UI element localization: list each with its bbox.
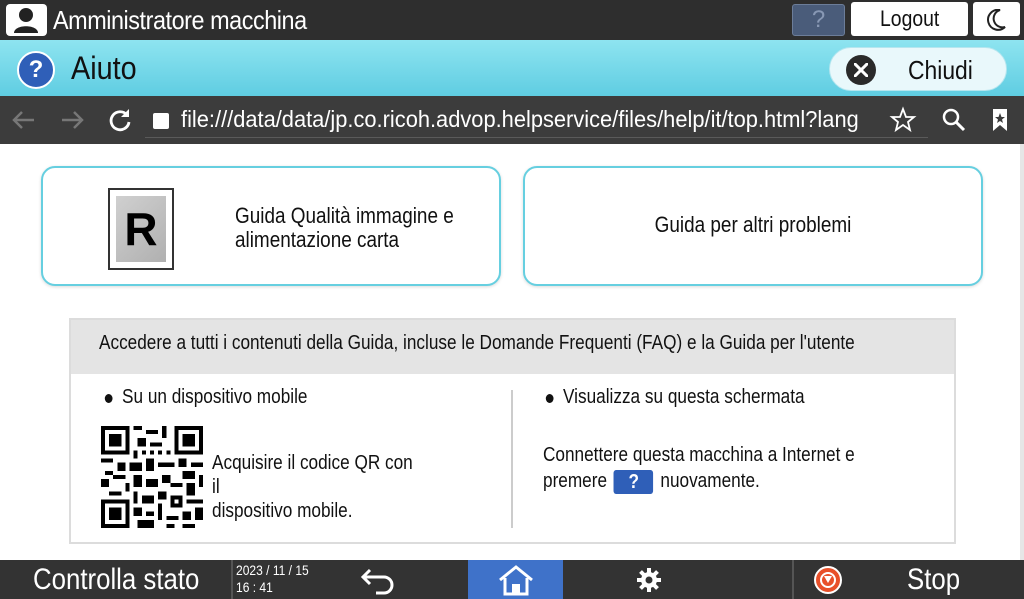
- forward-arrow-icon[interactable]: [58, 106, 86, 134]
- user-name: Amministratore macchina: [53, 5, 307, 35]
- browser-toolbar: file:///data/data/jp.co.ricoh.advop.help…: [0, 96, 1024, 144]
- other-problems-guide-card[interactable]: Guida per altri problemi: [523, 166, 983, 286]
- gear-icon[interactable]: [628, 566, 670, 594]
- time: 16 : 41: [236, 579, 273, 595]
- image-quality-guide-line1: Guida Qualità immagine e: [235, 203, 454, 228]
- date: 2023 / 11 / 15: [236, 562, 309, 578]
- title-bar: ? Aiuto Chiudi: [0, 40, 1024, 96]
- search-icon[interactable]: [940, 106, 968, 134]
- access-header-text: Accedere a tutti i contenuti della Guida…: [99, 332, 855, 354]
- back-arrow-icon[interactable]: [10, 106, 38, 134]
- qr-instruction-line1: Acquisire il codice QR con il: [212, 452, 413, 498]
- connect-again-text: nuovamente.: [660, 470, 760, 492]
- image-quality-guide-card[interactable]: R Guida Qualità immagine e alimentazione…: [41, 166, 501, 286]
- top-help-button[interactable]: ?: [792, 4, 845, 36]
- inline-help-button: ?: [613, 469, 654, 494]
- logout-button[interactable]: Logout: [851, 2, 968, 36]
- close-icon: [846, 55, 876, 85]
- moon-icon: [987, 9, 1006, 31]
- r-letter-icon: R: [108, 188, 174, 270]
- connect-press-text: premere: [543, 470, 608, 492]
- night-mode-button[interactable]: [973, 2, 1020, 36]
- user-icon[interactable]: [6, 4, 47, 36]
- back-icon[interactable]: [356, 564, 404, 596]
- page-title: Aiuto: [71, 50, 137, 86]
- qr-instruction-line2: dispositivo mobile.: [212, 500, 353, 522]
- qr-instruction: Acquisire il codice QR con il dispositiv…: [212, 451, 418, 523]
- logout-label: Logout: [879, 6, 940, 31]
- help-content: R Guida Qualità immagine e alimentazione…: [0, 144, 1024, 560]
- connect-instruction-line1: Connettere questa macchina a Internet e: [543, 444, 855, 466]
- r-letter: R: [116, 196, 166, 262]
- close-label: Chiudi: [908, 55, 973, 85]
- date-time: 2023 / 11 / 15 16 : 41: [236, 562, 309, 596]
- site-info-icon[interactable]: [153, 113, 169, 129]
- bookmark-icon[interactable]: [986, 106, 1014, 134]
- separator: [792, 560, 794, 599]
- reload-icon[interactable]: [106, 106, 134, 134]
- image-quality-guide-label: Guida Qualità immagine e alimentazione c…: [235, 204, 459, 252]
- this-screen-title: Visualizza su questa schermata: [545, 386, 805, 408]
- scrollbar[interactable]: [1020, 144, 1024, 560]
- system-bottom-bar: Controlla stato 2023 / 11 / 15 16 : 41 S…: [0, 560, 1024, 599]
- check-status-button[interactable]: Controlla stato: [33, 560, 199, 599]
- connect-instruction: Connettere questa macchina a Internet e …: [543, 442, 870, 494]
- column-divider: [511, 390, 513, 528]
- address-bar[interactable]: file:///data/data/jp.co.ricoh.advop.help…: [145, 100, 928, 138]
- stop-icon[interactable]: [814, 566, 842, 594]
- access-all-content-panel: Accedere a tutti i contenuti della Guida…: [69, 318, 956, 544]
- image-quality-guide-line2: alimentazione carta: [235, 227, 400, 252]
- top-user-bar: Amministratore macchina ? Logout: [0, 0, 1024, 40]
- stop-button[interactable]: Stop: [907, 560, 960, 599]
- url-text: file:///data/data/jp.co.ricoh.advop.help…: [181, 106, 858, 132]
- home-button[interactable]: [468, 560, 563, 599]
- access-header: Accedere a tutti i contenuti della Guida…: [71, 320, 954, 374]
- connect-instruction-line2: premere? nuovamente.: [543, 468, 870, 494]
- star-icon[interactable]: [889, 106, 917, 134]
- home-icon: [499, 565, 533, 596]
- qr-code: [101, 426, 203, 528]
- other-problems-guide-label: Guida per altri problemi: [654, 212, 852, 237]
- separator: [231, 560, 233, 599]
- help-icon: ?: [17, 51, 55, 89]
- mobile-device-title: Su un dispositivo mobile: [104, 386, 308, 408]
- close-button[interactable]: Chiudi: [829, 47, 1007, 91]
